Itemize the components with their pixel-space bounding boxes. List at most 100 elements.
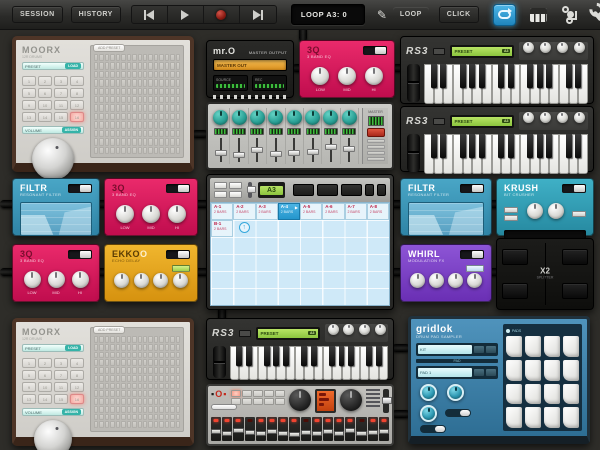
step-cell[interactable] [176,130,180,137]
channel-gain-knob[interactable] [287,110,302,125]
keypad-key[interactable]: 13 [22,112,36,122]
moorx-assign-button[interactable]: ASSIGN [62,127,81,133]
step-cell[interactable] [148,104,152,111]
keypad-key[interactable]: 6 [38,370,52,380]
step-cell[interactable] [105,414,109,421]
step-cell[interactable] [170,414,174,421]
history-button[interactable]: HISTORY [71,6,121,23]
drum-pad[interactable] [506,360,522,381]
step-cell[interactable] [159,121,163,128]
step-cell[interactable] [132,352,136,359]
step-cell[interactable] [170,390,174,397]
step-cell[interactable] [159,71,163,78]
step-cell[interactable] [132,121,136,128]
keypad-key[interactable]: 12 [70,100,84,110]
step-cell[interactable] [159,147,163,154]
drum-pad[interactable] [525,336,541,357]
drum-pad[interactable] [563,360,579,381]
step-cell[interactable] [159,336,163,343]
step-cell[interactable] [105,421,109,428]
keypad-key[interactable]: 16 [70,394,84,404]
piano-black-key[interactable] [431,134,437,158]
step-cell[interactable] [170,62,174,69]
step-cell[interactable] [148,336,152,343]
step-cell[interactable] [99,421,103,428]
knob[interactable] [523,42,534,53]
session-button[interactable]: SESSION [12,6,63,23]
step-cell[interactable] [127,54,131,61]
drum-pad[interactable] [525,407,541,428]
session-clip[interactable]: A-72 BARS [345,203,367,220]
rs3-pitch-wheel[interactable] [213,346,226,378]
drum-pad[interactable] [544,407,560,428]
step-cell[interactable] [116,375,120,382]
gridlok-kit-prev-button[interactable] [474,346,484,353]
krush-mode-buttons[interactable] [504,207,518,221]
step-cell[interactable] [99,62,103,69]
fader-cap[interactable] [289,432,299,437]
fader-cap[interactable] [312,431,322,436]
step-cell[interactable] [176,96,180,103]
beatbox-fader[interactable] [301,417,311,441]
step-cell[interactable] [154,79,158,86]
step-cell[interactable] [143,414,147,421]
step-cell[interactable] [121,130,125,137]
channel-gain-knob[interactable] [232,110,247,125]
step-cell[interactable] [99,390,103,397]
step-cell[interactable] [94,398,98,405]
knob[interactable] [24,271,41,288]
step-cell[interactable] [176,336,180,343]
step-cell[interactable] [176,383,180,390]
step-cell[interactable] [121,344,125,351]
step-cell[interactable] [132,398,136,405]
step-cell[interactable] [99,406,103,413]
step-cell[interactable] [105,406,109,413]
step-cell[interactable] [94,104,98,111]
step-cell[interactable] [116,398,120,405]
step-cell[interactable] [110,138,114,145]
knob[interactable] [540,42,551,53]
piano-black-key[interactable] [348,346,354,366]
knob[interactable] [114,273,129,288]
beatbox-right-knob[interactable] [340,389,362,411]
drum-pad[interactable] [544,360,560,381]
step-cell[interactable] [176,352,180,359]
keypad-key[interactable]: 11 [54,382,68,392]
keypad-key[interactable]: 8 [70,88,84,98]
step-cell[interactable] [110,79,114,86]
channel-gain-knob[interactable] [323,110,338,125]
step-cell[interactable] [143,147,147,154]
step-cell[interactable] [165,121,169,128]
beatbox-fader[interactable] [323,417,333,441]
rs3-pitch-wheel[interactable] [407,134,420,172]
rs3-mini-button[interactable] [239,330,251,337]
piano-black-key[interactable] [264,346,270,366]
knob[interactable] [72,271,89,288]
step-cell[interactable] [116,88,120,95]
step-cell[interactable] [94,390,98,397]
knob[interactable] [574,42,585,53]
rs3-mini-button[interactable] [433,118,445,125]
piano-black-key[interactable] [566,134,572,158]
piano-black-key[interactable] [236,346,242,366]
krush-aux-button[interactable] [572,211,586,217]
channel-gain-knob[interactable] [342,110,357,125]
beatbox-pad[interactable] [264,398,274,405]
step-cell[interactable] [148,96,152,103]
step-cell[interactable] [116,79,120,86]
step-cell[interactable] [159,390,163,397]
eq3-bypass-switch[interactable] [363,46,387,55]
beatbox-pitch-slider[interactable] [383,389,389,413]
krush-bypass-switch[interactable] [562,184,586,193]
step-cell[interactable] [154,96,158,103]
step-cell[interactable] [165,383,169,390]
step-cell[interactable] [154,130,158,137]
channel-gain-knob[interactable] [213,110,228,125]
step-cell[interactable] [170,88,174,95]
piano-black-key[interactable] [498,134,504,158]
x2-input-port[interactable] [502,249,528,265]
piano-black-key[interactable] [431,64,437,88]
step-cell[interactable] [116,54,120,61]
knob[interactable] [338,67,356,85]
step-cell[interactable] [116,390,120,397]
